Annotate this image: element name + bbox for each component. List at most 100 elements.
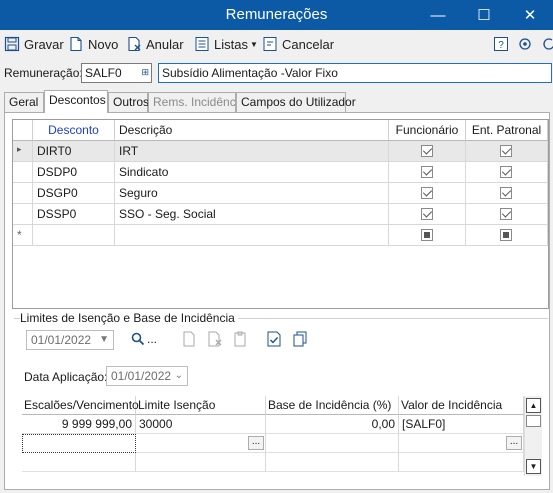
remuneracao-description-value: Subsídio Alimentação -Valor Fixo (162, 66, 338, 80)
remuneracao-description-field[interactable]: Subsídio Alimentação -Valor Fixo (158, 63, 552, 83)
scroll-thumb[interactable] (526, 415, 541, 427)
limits-date-combo[interactable]: 01/01/2022 ▼ (26, 330, 114, 350)
tab-campos-utilizador[interactable]: Campos do Utilizador (236, 92, 356, 112)
delete-document-icon (208, 331, 222, 347)
limite-ellipsis-button[interactable]: ... (248, 436, 264, 450)
funcionario-checkbox[interactable] (421, 208, 433, 220)
data-aplicacao-combo[interactable]: 01/01/2022 ⌄ (106, 366, 188, 386)
minimize-button[interactable]: — (415, 0, 461, 30)
table-cell-patronal[interactable] (466, 162, 548, 183)
scroll-down-button[interactable]: ▼ (526, 459, 541, 474)
column-header-escaloes[interactable]: Escalões/Vencimento (22, 396, 139, 415)
new-button[interactable]: Novo (68, 34, 118, 54)
validate-button[interactable] (265, 330, 283, 348)
cancel-record-button[interactable]: Anular (126, 34, 184, 54)
settings-button[interactable] (517, 34, 533, 54)
check-document-icon (267, 331, 281, 347)
cancel-icon (263, 37, 277, 51)
table-cell-valor[interactable]: [SALF0] (399, 415, 524, 434)
funcionario-checkbox[interactable] (421, 166, 433, 178)
new-row-description-cell[interactable] (115, 225, 389, 246)
grid-corner (13, 120, 33, 141)
new-row-base-cell[interactable] (266, 434, 399, 453)
search-icon (131, 332, 145, 346)
column-header-base[interactable]: Base de Incidência (%) (266, 396, 399, 415)
table-cell-description[interactable]: Sindicato (115, 162, 389, 183)
patronal-checkbox[interactable] (500, 145, 512, 157)
title-bar: Remunerações — ☐ ✕ (0, 0, 553, 30)
chevron-down-icon: ▼ (99, 334, 109, 345)
column-header-patronal[interactable]: Ent. Patronal (466, 120, 548, 141)
new-document-icon (183, 331, 195, 347)
funcionario-checkbox[interactable] (421, 187, 433, 199)
table-cell-code[interactable]: DSDP0 (33, 162, 115, 183)
cancel-label: Cancelar (282, 36, 335, 52)
column-header-funcionario[interactable]: Funcionário (389, 120, 466, 141)
tab-geral[interactable]: Geral (4, 92, 44, 112)
row-header (13, 162, 33, 183)
new-row-funcionario-cell[interactable] (389, 225, 466, 246)
table-cell-patronal[interactable] (466, 204, 548, 225)
patronal-checkbox[interactable] (500, 166, 512, 178)
limits-grid[interactable]: Escalões/Vencimento Limite Isenção Base … (22, 396, 542, 476)
discounts-grid[interactable]: Desconto Descrição Funcionário Ent. Patr… (12, 119, 549, 309)
minimize-icon: — (430, 6, 446, 24)
copy-document-icon (293, 331, 307, 347)
delete-limit-button (206, 330, 224, 348)
table-cell-funcionario[interactable] (389, 141, 466, 162)
table-cell-code[interactable]: DSGP0 (33, 183, 115, 204)
copy-button[interactable] (291, 330, 309, 348)
patronal-checkbox[interactable] (500, 229, 512, 241)
lookup-icon[interactable]: ⊞ (141, 67, 149, 78)
table-cell-code[interactable]: DSSP0 (33, 204, 115, 225)
table-cell-code[interactable]: DIRT0 (33, 141, 115, 162)
table-cell-base[interactable]: 0,00 (266, 415, 399, 434)
valor-ellipsis-button[interactable]: ... (506, 436, 522, 450)
tab-outros[interactable]: Outros (108, 92, 149, 112)
list-icon (195, 37, 209, 51)
search-button[interactable]: ... (126, 330, 162, 348)
remuneracao-code-field[interactable]: SALF0 ⊞ (81, 63, 152, 83)
funcionario-checkbox[interactable] (421, 229, 433, 241)
column-header-descricao[interactable]: Descrição (115, 120, 389, 141)
row-indicator: ▸ (13, 141, 33, 162)
new-row-code-cell[interactable] (33, 225, 115, 246)
table-cell-funcionario[interactable] (389, 204, 466, 225)
svg-text:?: ? (498, 40, 504, 51)
cancel-button[interactable]: Cancelar (262, 34, 334, 54)
edit-document-icon (234, 331, 246, 347)
table-cell-patronal[interactable] (466, 183, 548, 204)
column-header-desconto[interactable]: Desconto (33, 120, 115, 141)
tab-descontos[interactable]: Descontos (44, 90, 108, 113)
table-cell-description[interactable]: SSO - Seg. Social (115, 204, 389, 225)
chevron-down-icon: ⌄ (174, 370, 183, 381)
table-cell-funcionario[interactable] (389, 162, 466, 183)
table-cell-limite[interactable]: 30000 (136, 415, 266, 434)
column-header-valor[interactable]: Valor de Incidência (399, 396, 524, 415)
new-row-patronal-cell[interactable] (466, 225, 548, 246)
search-more-label: ... (146, 332, 157, 346)
scroll-up-button[interactable]: ▲ (526, 398, 541, 413)
table-cell-escaloes[interactable]: 9 999 999,00 (22, 415, 136, 434)
column-header-limite[interactable]: Limite Isenção (136, 396, 266, 415)
settings-icon (519, 38, 531, 50)
table-cell-funcionario[interactable] (389, 183, 466, 204)
funcionario-checkbox[interactable] (421, 145, 433, 157)
maximize-button[interactable]: ☐ (461, 0, 507, 30)
new-limit-button (180, 330, 198, 348)
lists-dropdown[interactable]: Listas ▼ (194, 34, 258, 54)
patronal-checkbox[interactable] (500, 187, 512, 199)
table-cell-description[interactable]: IRT (115, 141, 389, 162)
help-button[interactable]: ? (493, 34, 509, 54)
patronal-checkbox[interactable] (500, 208, 512, 220)
refresh-button[interactable] (541, 34, 553, 54)
new-row-limite-cell[interactable] (136, 434, 266, 453)
close-button[interactable]: ✕ (507, 0, 553, 30)
limits-group-label: Limites de Isenção e Base de Incidência (20, 311, 238, 325)
limits-grid-scrollbar[interactable]: ▲ ▼ (524, 396, 542, 476)
new-row-escaloes-cell[interactable] (22, 434, 136, 453)
save-button[interactable]: Gravar (4, 34, 64, 54)
table-cell-description[interactable]: Seguro (115, 183, 389, 204)
table-cell-patronal[interactable] (466, 141, 548, 162)
limits-date-value: 01/01/2022 (31, 333, 92, 347)
